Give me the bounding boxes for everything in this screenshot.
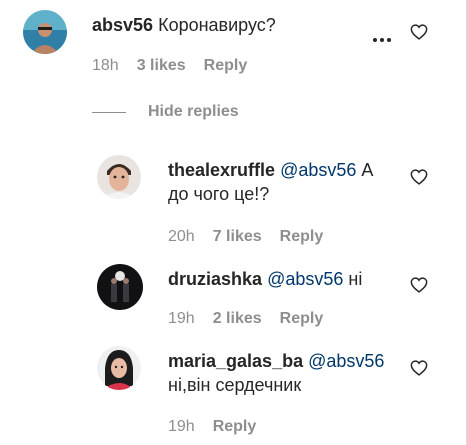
avatar-druziashka[interactable] — [97, 264, 143, 310]
comment-text: А — [361, 160, 374, 180]
reply-button[interactable]: Reply — [213, 418, 257, 436]
timestamp[interactable]: 18h — [92, 57, 119, 75]
heart-icon[interactable] — [410, 360, 428, 376]
timestamp[interactable]: 19h — [168, 418, 195, 436]
reply-body: maria_galas_ba @absv56 ні,він сердечник — [168, 349, 384, 397]
mention-link[interactable]: @absv56 — [267, 269, 343, 289]
comment-text: Коронавирус? — [158, 15, 276, 35]
root-comment-meta: 18h 3 likes Reply — [92, 57, 247, 75]
root-comment-body: absv56 Коронавирус? — [92, 13, 276, 37]
reply-meta: 19h 2 likes Reply — [168, 310, 323, 328]
avatar-absv56[interactable] — [23, 10, 67, 54]
hide-replies-toggle[interactable]: Hide replies — [92, 103, 239, 121]
reply-body: thealexruffle @absv56 А до чого це!? — [168, 158, 373, 206]
likes-count[interactable]: 3 likes — [137, 57, 186, 75]
divider-line — [92, 111, 126, 113]
reply-button[interactable]: Reply — [204, 57, 248, 75]
username[interactable]: absv56 — [92, 15, 153, 35]
heart-icon[interactable] — [410, 169, 428, 185]
avatar-maria-galas-ba[interactable] — [97, 346, 141, 390]
reply-meta: 20h 7 likes Reply — [168, 228, 323, 246]
likes-count[interactable]: 7 likes — [213, 228, 262, 246]
timestamp[interactable]: 19h — [168, 310, 195, 328]
hide-replies-button[interactable]: Hide replies — [148, 103, 239, 121]
timestamp[interactable]: 20h — [168, 228, 195, 246]
username[interactable]: maria_galas_ba — [168, 351, 303, 371]
more-options-icon[interactable] — [372, 30, 392, 48]
mention-link[interactable]: @absv56 — [308, 351, 384, 371]
reply-button[interactable]: Reply — [280, 310, 324, 328]
reply-meta: 19h Reply — [168, 418, 256, 436]
mention-link[interactable]: @absv56 — [280, 160, 356, 180]
reply-body: druziashka @absv56 ні — [168, 267, 362, 291]
heart-icon[interactable] — [410, 277, 428, 293]
username[interactable]: druziashka — [168, 269, 262, 289]
avatar-thealexruffle[interactable] — [97, 155, 141, 199]
comment-text-continued: до чого це!? — [168, 184, 270, 204]
heart-icon[interactable] — [410, 24, 428, 40]
reply-button[interactable]: Reply — [280, 228, 324, 246]
username[interactable]: thealexruffle — [168, 160, 275, 180]
likes-count[interactable]: 2 likes — [213, 310, 262, 328]
comment-text: ні — [348, 269, 363, 289]
comment-text: ні,він сердечник — [168, 375, 302, 395]
